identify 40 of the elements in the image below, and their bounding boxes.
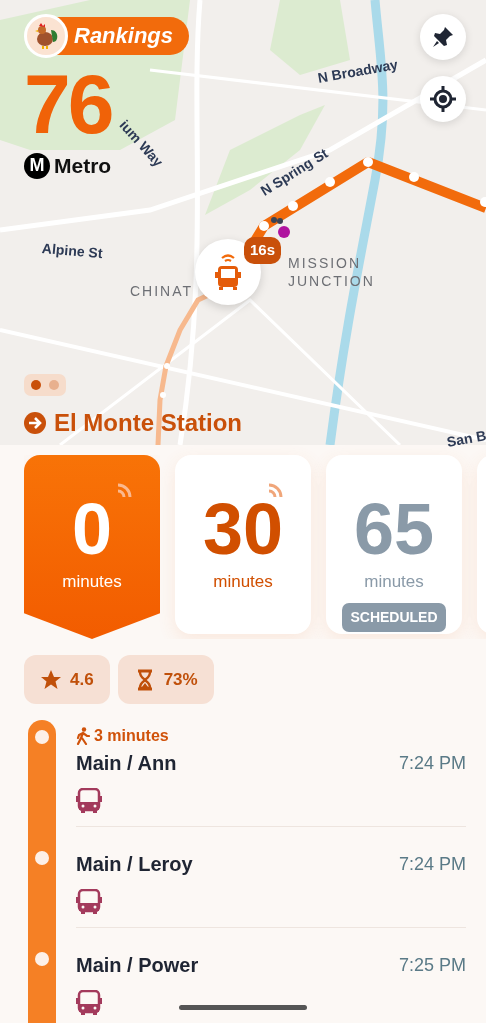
agency-name: Metro bbox=[54, 153, 112, 179]
reliability-value: 73% bbox=[163, 668, 198, 691]
street-label: Alpine St bbox=[41, 239, 104, 264]
route-number: 76 bbox=[24, 62, 112, 146]
arrival-unit: minutes bbox=[213, 571, 273, 593]
bus-icon bbox=[76, 990, 102, 1016]
page-indicator bbox=[24, 374, 66, 396]
vehicle-age-badge: 16s bbox=[244, 237, 282, 264]
arrival-card[interactable]: 30 minutes bbox=[175, 455, 311, 634]
arrival-card[interactable]: 65 minutes SCHEDULED bbox=[326, 455, 462, 634]
area-label: MISSION JUNCTION bbox=[288, 254, 376, 291]
stop-dot bbox=[35, 730, 49, 744]
bus-icon bbox=[76, 889, 102, 915]
street-label: San B bbox=[445, 426, 486, 452]
arrival-time: 7:24 PM bbox=[398, 751, 466, 775]
walk-time: 3 minutes bbox=[94, 726, 169, 746]
stop-dot bbox=[35, 851, 49, 865]
arrow-right-circle-icon bbox=[24, 412, 46, 434]
arrival-unit: minutes bbox=[62, 571, 122, 593]
arrival-time: 7:25 PM bbox=[398, 953, 466, 977]
walking-icon bbox=[76, 727, 90, 745]
stop-name[interactable]: Main / Ann bbox=[76, 748, 177, 778]
rating-value: 4.6 bbox=[70, 668, 94, 691]
destination-title: El Monte Station bbox=[54, 408, 242, 438]
arrival-time: 7:24 PM bbox=[398, 852, 466, 876]
arrival-card[interactable]: 0 minutes bbox=[24, 455, 160, 639]
star-icon bbox=[40, 668, 62, 691]
arrival-unit: minutes bbox=[364, 571, 424, 593]
crosshair-icon bbox=[429, 85, 457, 113]
bus-icon bbox=[76, 788, 102, 814]
street-label: N Broadway bbox=[316, 55, 400, 88]
stop-name[interactable]: Main / Leroy bbox=[76, 849, 193, 879]
stop-name[interactable]: Main / Power bbox=[76, 950, 199, 980]
arrival-minutes: 0 bbox=[71, 493, 112, 565]
stop-dot bbox=[35, 952, 49, 966]
arrival-minutes: 65 bbox=[353, 493, 435, 565]
arrival-minutes: 30 bbox=[202, 493, 284, 565]
pin-icon bbox=[431, 25, 455, 49]
status-badge: SCHEDULED bbox=[342, 602, 446, 632]
area-label: CHINAT bbox=[130, 282, 194, 301]
